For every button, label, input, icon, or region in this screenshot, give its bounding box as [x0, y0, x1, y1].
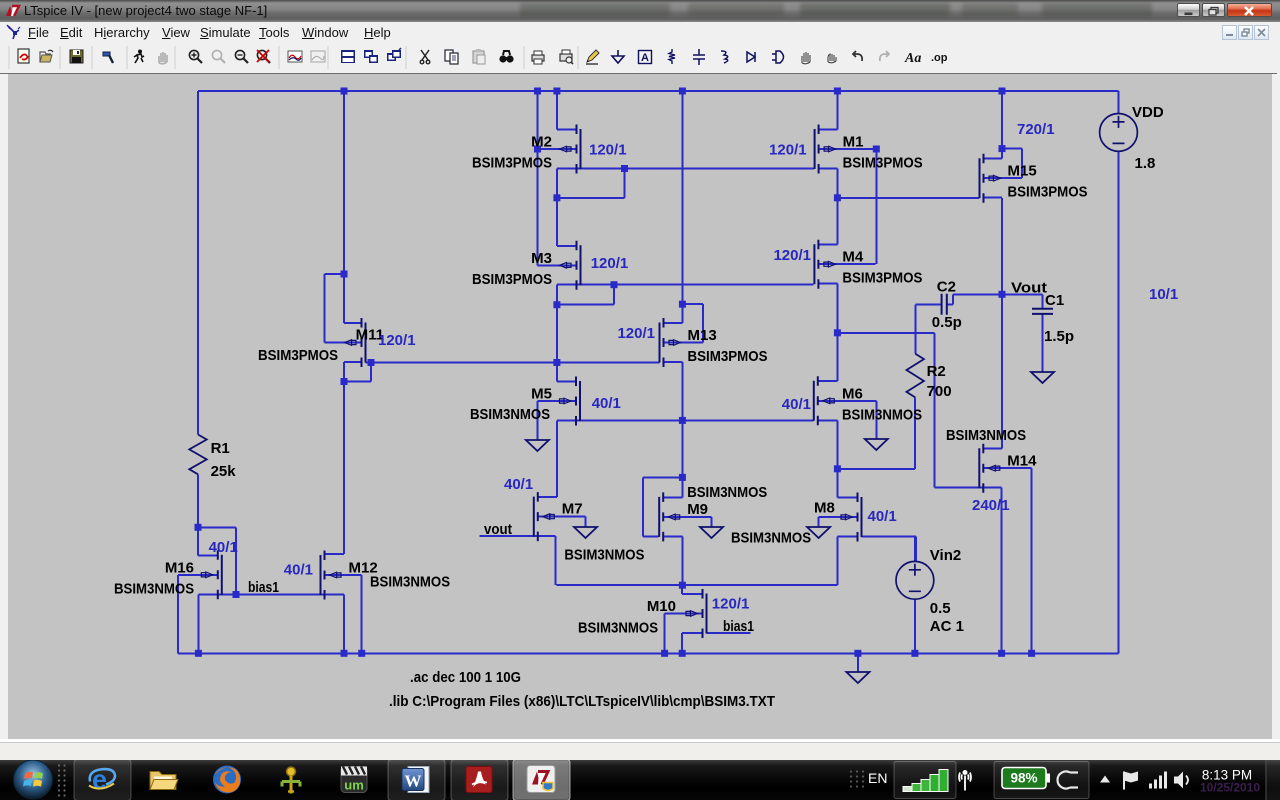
svg-text:0.5p: 0.5p: [932, 314, 962, 331]
svg-text:BSIM3NMOS: BSIM3NMOS: [470, 406, 550, 423]
svg-text:R1: R1: [211, 440, 230, 457]
svg-text:um: um: [344, 778, 364, 793]
svg-text:120/1: 120/1: [591, 255, 629, 272]
svg-text:120/1: 120/1: [378, 332, 416, 349]
svg-text:BSIM3PMOS: BSIM3PMOS: [842, 270, 922, 287]
svg-text:120/1: 120/1: [773, 247, 811, 264]
svg-text:M9: M9: [687, 501, 708, 518]
svg-text:BSIM3PMOS: BSIM3PMOS: [688, 348, 768, 365]
svg-text:BSIM3PMOS: BSIM3PMOS: [843, 155, 923, 172]
svg-text:M13: M13: [688, 327, 717, 344]
svg-text:0.5: 0.5: [930, 600, 951, 617]
svg-text:AC 1: AC 1: [930, 618, 964, 635]
svg-text:.lib C:\Program Files (x86)\LT: .lib C:\Program Files (x86)\LTC\LTspiceI…: [389, 693, 775, 710]
svg-text:40/1: 40/1: [209, 539, 238, 556]
svg-text:120/1: 120/1: [617, 325, 655, 342]
svg-text:Vout: Vout: [1011, 280, 1047, 297]
svg-text:bias1: bias1: [723, 618, 754, 635]
svg-text:BSIM3PMOS: BSIM3PMOS: [1008, 184, 1088, 201]
svg-text:BSIM3NMOS: BSIM3NMOS: [946, 427, 1026, 444]
svg-text:700: 700: [927, 383, 952, 400]
svg-text:M6: M6: [842, 385, 863, 402]
svg-text:BSIM3PMOS: BSIM3PMOS: [258, 347, 338, 364]
svg-text:A: A: [641, 52, 649, 64]
svg-text:BSIM3PMOS: BSIM3PMOS: [472, 271, 552, 288]
svg-text:R2: R2: [927, 363, 946, 380]
svg-text:BSIM3NMOS: BSIM3NMOS: [731, 530, 811, 547]
svg-text:1.8: 1.8: [1135, 155, 1156, 172]
svg-text:BSIM3NMOS: BSIM3NMOS: [114, 580, 194, 597]
svg-text:EN: EN: [868, 770, 887, 786]
svg-text:BSIM3NMOS: BSIM3NMOS: [564, 547, 644, 564]
svg-text:98%: 98%: [1010, 771, 1037, 786]
svg-text:C2: C2: [937, 279, 956, 296]
svg-text:40/1: 40/1: [284, 562, 313, 579]
svg-text:BSIM3NMOS: BSIM3NMOS: [842, 406, 922, 423]
svg-text:bias1: bias1: [248, 579, 279, 596]
svg-text:240/1: 240/1: [972, 497, 1010, 514]
svg-text:C1: C1: [1045, 292, 1064, 309]
svg-text:120/1: 120/1: [769, 142, 807, 159]
svg-text:10/25/2010: 10/25/2010: [1200, 781, 1260, 795]
svg-text:BSIM3NMOS: BSIM3NMOS: [687, 484, 767, 501]
svg-text:40/1: 40/1: [504, 476, 533, 493]
svg-text:120/1: 120/1: [589, 142, 627, 159]
svg-text:M14: M14: [1007, 453, 1037, 470]
svg-text:40/1: 40/1: [592, 395, 621, 412]
svg-text:Vin2: Vin2: [930, 547, 961, 564]
svg-text:40/1: 40/1: [782, 396, 811, 413]
svg-text:1.5p: 1.5p: [1044, 328, 1074, 345]
svg-text:Aa: Aa: [904, 51, 921, 66]
svg-text:10/1: 10/1: [1149, 286, 1178, 303]
svg-text:25k: 25k: [211, 463, 237, 480]
svg-text:VDD: VDD: [1132, 104, 1164, 121]
svg-text:720/1: 720/1: [1017, 121, 1055, 138]
svg-text:M4: M4: [842, 249, 863, 266]
svg-text:M10: M10: [647, 598, 676, 615]
svg-text:120/1: 120/1: [712, 596, 750, 613]
svg-text:.op: .op: [931, 52, 948, 64]
svg-text:BSIM3PMOS: BSIM3PMOS: [472, 155, 552, 172]
svg-text:M7: M7: [562, 501, 583, 518]
svg-text:M3: M3: [531, 250, 552, 267]
svg-text:M15: M15: [1008, 163, 1037, 180]
svg-text:.ac dec 100 1 10G: .ac dec 100 1 10G: [410, 669, 521, 686]
svg-text:BSIM3NMOS: BSIM3NMOS: [370, 574, 450, 591]
svg-text:M2: M2: [531, 134, 552, 151]
svg-text:M8: M8: [814, 499, 835, 516]
svg-text:M5: M5: [531, 386, 552, 403]
svg-text:W: W: [405, 772, 422, 791]
svg-text:M16: M16: [165, 559, 194, 576]
svg-text:M1: M1: [843, 134, 864, 151]
svg-text:BSIM3NMOS: BSIM3NMOS: [578, 620, 658, 637]
svg-text:vout: vout: [484, 521, 512, 538]
svg-text:40/1: 40/1: [868, 508, 897, 525]
